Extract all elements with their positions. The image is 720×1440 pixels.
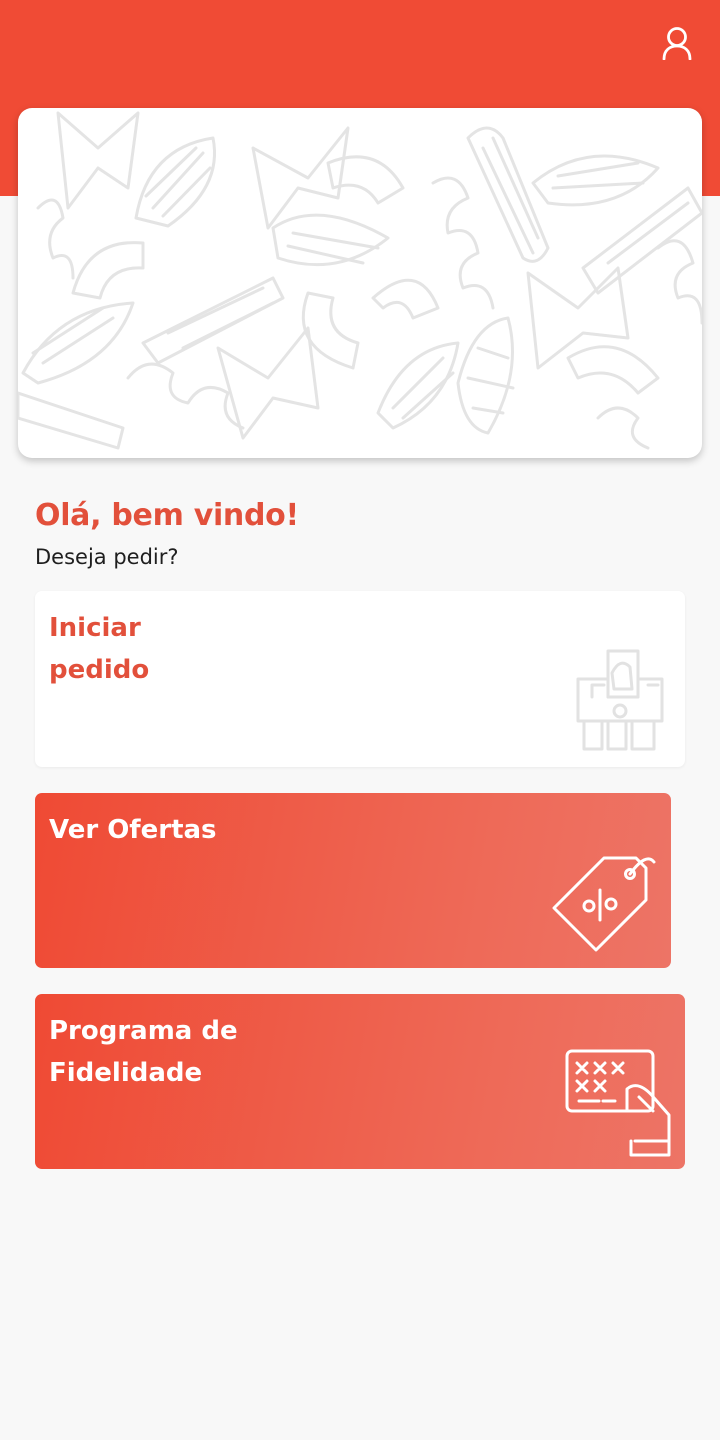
start-order-title-line2: pedido — [49, 655, 150, 685]
loyalty-title-line2: Fidelidade — [49, 1058, 203, 1088]
card-in-hand-icon — [565, 1049, 671, 1157]
start-order-card[interactable]: Iniciar pedido — [35, 591, 685, 767]
home-screen: Olá, bem vindo! Deseja pedir? Iniciar pe… — [0, 0, 720, 1440]
offers-card[interactable]: Ver Ofertas — [35, 793, 671, 968]
offers-title: Ver Ofertas — [49, 815, 217, 845]
profile-button[interactable] — [656, 22, 698, 64]
start-order-title-line1: Iniciar — [49, 613, 141, 643]
loyalty-title: Programa de Fidelidade — [49, 1010, 309, 1094]
loyalty-card[interactable]: Programa de Fidelidade — [35, 994, 685, 1169]
start-order-title: Iniciar pedido — [49, 607, 309, 691]
welcome-subtitle: Deseja pedir? — [35, 545, 179, 569]
cash-register-icon — [576, 649, 664, 751]
discount-tag-icon — [552, 856, 656, 952]
pasta-pattern-icon — [18, 111, 702, 450]
banner-image — [18, 108, 702, 458]
user-icon — [662, 27, 692, 60]
welcome-greeting: Olá, bem vindo! — [35, 498, 299, 533]
loyalty-title-line1: Programa de — [49, 1016, 238, 1046]
